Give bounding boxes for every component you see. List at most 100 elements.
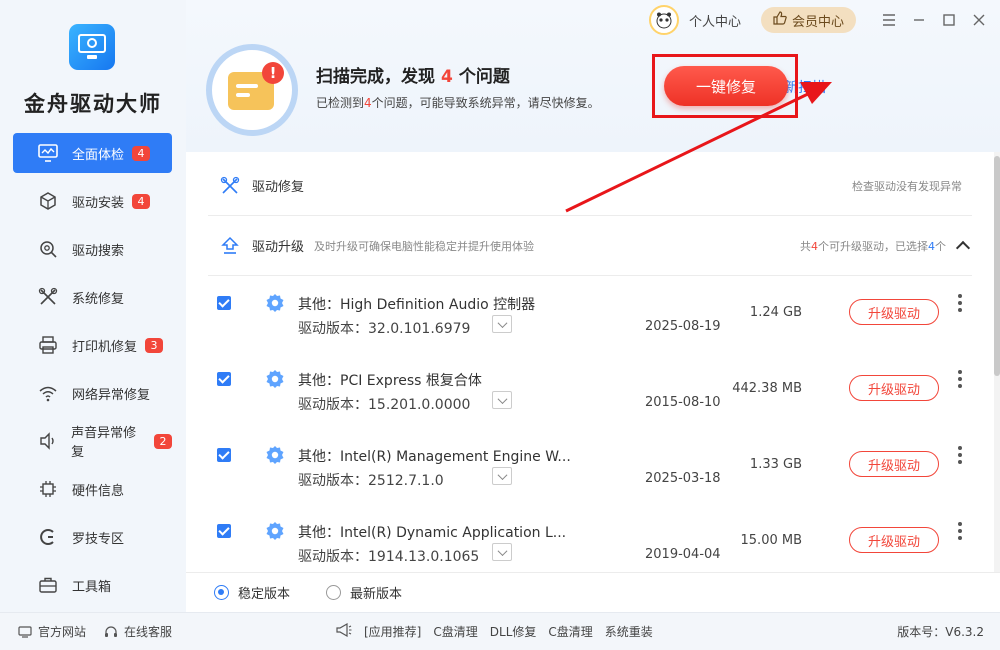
sidebar-item-toolbox[interactable]: 工具箱	[13, 565, 172, 605]
vip-label: 会员中心	[791, 14, 844, 30]
scan-sub-text: 已检测到	[316, 96, 365, 110]
driver-size: 442.38 MB	[732, 381, 802, 396]
dll-repair-link[interactable]: DLL修复	[490, 623, 537, 640]
driver-checkbox[interactable]	[217, 372, 231, 386]
sidebar-item-label: 打印机修复	[72, 339, 138, 355]
count-text: 个可升级驱动，已选择	[818, 239, 928, 253]
tools-icon	[218, 174, 242, 198]
latest-version-label[interactable]: 最新版本	[350, 583, 402, 602]
upgrade-driver-button[interactable]: 升级驱动	[849, 375, 939, 401]
count-badge: 4	[132, 193, 151, 209]
driver-row: 其他：Intel(R) Management Engine W... 驱动版本：…	[208, 432, 972, 508]
wifi-icon	[37, 382, 59, 404]
logitech-icon	[37, 526, 59, 548]
system-reinstall-link[interactable]: 系统重装	[605, 623, 653, 640]
more-options-icon[interactable]	[958, 294, 962, 312]
sidebar-item-driver-search[interactable]: 驱动搜索	[13, 229, 172, 269]
sidebar-item-driver-install[interactable]: 驱动安装 4	[13, 181, 172, 221]
sidebar-item-network-repair[interactable]: 网络异常修复	[13, 373, 172, 413]
stable-version-radio[interactable]	[214, 585, 229, 600]
count-badge: 3	[145, 337, 164, 353]
sidebar-item-label: 驱动安装	[72, 195, 125, 211]
sidebar-item-logitech[interactable]: 罗技专区	[13, 517, 172, 557]
personal-center-link[interactable]: 个人中心	[689, 11, 741, 30]
official-site-link[interactable]: 官方网站	[18, 623, 86, 640]
version-dropdown[interactable]	[492, 467, 512, 485]
printer-icon	[37, 334, 59, 356]
version-dropdown[interactable]	[492, 315, 512, 333]
version-option-bar: 稳定版本 最新版本	[186, 572, 1000, 612]
search-gear-icon	[37, 238, 59, 260]
version-dropdown[interactable]	[492, 543, 512, 561]
driver-size: 1.24 GB	[749, 305, 802, 320]
scan-sub-suffix: 个问题，可能导致系统异常，请尽快修复。	[371, 96, 600, 110]
menu-icon[interactable]	[874, 5, 904, 35]
driver-version: 驱动版本：2512.7.1.0	[298, 473, 444, 489]
driver-gear-icon	[264, 520, 286, 542]
c-drive-clean-link[interactable]: C盘清理	[433, 623, 477, 640]
driver-name: 其他：PCI Express 根复合体	[298, 373, 482, 389]
more-options-icon[interactable]	[958, 370, 962, 388]
recommend-links: [应用推荐] C盘清理 DLL修复 C盘清理 系统重装	[336, 622, 665, 640]
toolbox-icon	[37, 574, 59, 596]
driver-date: 2025-08-19	[645, 319, 721, 334]
monitor-icon	[37, 142, 59, 164]
upgrade-driver-button[interactable]: 升级驱动	[849, 527, 939, 553]
scrollbar-thumb[interactable]	[994, 156, 1000, 376]
driver-name: 其他：Intel(R) Dynamic Application L...	[298, 525, 567, 541]
driver-gear-icon	[264, 292, 286, 314]
driver-version: 驱动版本：1914.13.0.1065	[298, 549, 480, 565]
driver-date: 2015-08-10	[645, 395, 721, 410]
upgrade-icon	[218, 234, 242, 258]
driver-checkbox[interactable]	[217, 524, 231, 538]
headset-icon	[104, 625, 118, 639]
one-click-fix-button[interactable]: 一键修复	[664, 66, 788, 106]
driver-size: 1.33 GB	[749, 457, 802, 472]
problem-count: 4	[441, 67, 453, 87]
version-dropdown[interactable]	[492, 391, 512, 409]
avatar[interactable]	[648, 5, 679, 35]
app-recommend-link[interactable]: [应用推荐]	[364, 623, 421, 640]
sidebar-item-full-check[interactable]: 全面体检 4	[13, 133, 172, 173]
sidebar-item-hardware-info[interactable]: 硬件信息	[13, 469, 172, 509]
scan-title-text: 扫描完成，发现	[316, 67, 435, 87]
driver-checkbox[interactable]	[217, 296, 231, 310]
chevron-up-icon[interactable]	[955, 240, 971, 256]
maximize-icon[interactable]	[934, 5, 964, 35]
minimize-icon[interactable]	[904, 5, 934, 35]
scrollbar[interactable]	[994, 152, 1000, 572]
count-text: 个	[935, 239, 946, 253]
version-number: 版本号：V6.3.2	[897, 625, 984, 639]
selected-num: 4	[928, 239, 935, 253]
vip-center-button[interactable]: 会员中心	[760, 7, 856, 33]
section-label: 驱动修复	[252, 180, 305, 195]
count-text: 共	[800, 239, 811, 253]
driver-checkbox[interactable]	[217, 448, 231, 462]
driver-date: 2025-03-18	[645, 471, 721, 486]
thumb-up-icon	[773, 11, 787, 29]
online-service-link[interactable]: 在线客服	[104, 623, 172, 640]
sidebar-item-printer-repair[interactable]: 打印机修复 3	[13, 325, 172, 365]
app-logo-icon	[69, 24, 115, 70]
driver-repair-section: 驱动修复 检查驱动没有发现异常	[208, 156, 972, 216]
upgrade-driver-button[interactable]: 升级驱动	[849, 451, 939, 477]
sidebar-item-system-repair[interactable]: 系统修复	[13, 277, 172, 317]
more-options-icon[interactable]	[958, 522, 962, 540]
sidebar-item-label: 网络异常修复	[72, 387, 151, 403]
driver-upgrade-section[interactable]: 驱动升级 及时升级可确保电脑性能稳定并提升使用体验 共4个可升级驱动，已选择4个	[208, 216, 972, 276]
more-options-icon[interactable]	[958, 446, 962, 464]
website-icon	[18, 625, 32, 639]
app-title: 金舟驱动大师	[24, 92, 162, 116]
sidebar-item-label: 罗技专区	[72, 531, 125, 547]
c-drive-clean-link-2[interactable]: C盘清理	[548, 623, 592, 640]
driver-date: 2019-04-04	[645, 547, 721, 562]
sidebar-item-sound-repair[interactable]: 声音异常修复 2	[13, 421, 172, 461]
driver-size: 15.00 MB	[740, 533, 802, 548]
stable-version-label[interactable]: 稳定版本	[238, 583, 290, 602]
sidebar-item-label: 声音异常修复	[71, 426, 137, 460]
driver-name: 其他：High Definition Audio 控制器	[298, 297, 536, 313]
upgrade-driver-button[interactable]: 升级驱动	[849, 299, 939, 325]
latest-version-radio[interactable]	[326, 585, 342, 600]
driver-row: 其他：PCI Express 根复合体 驱动版本：15.201.0.0000 2…	[208, 356, 972, 432]
close-icon[interactable]	[964, 5, 994, 35]
